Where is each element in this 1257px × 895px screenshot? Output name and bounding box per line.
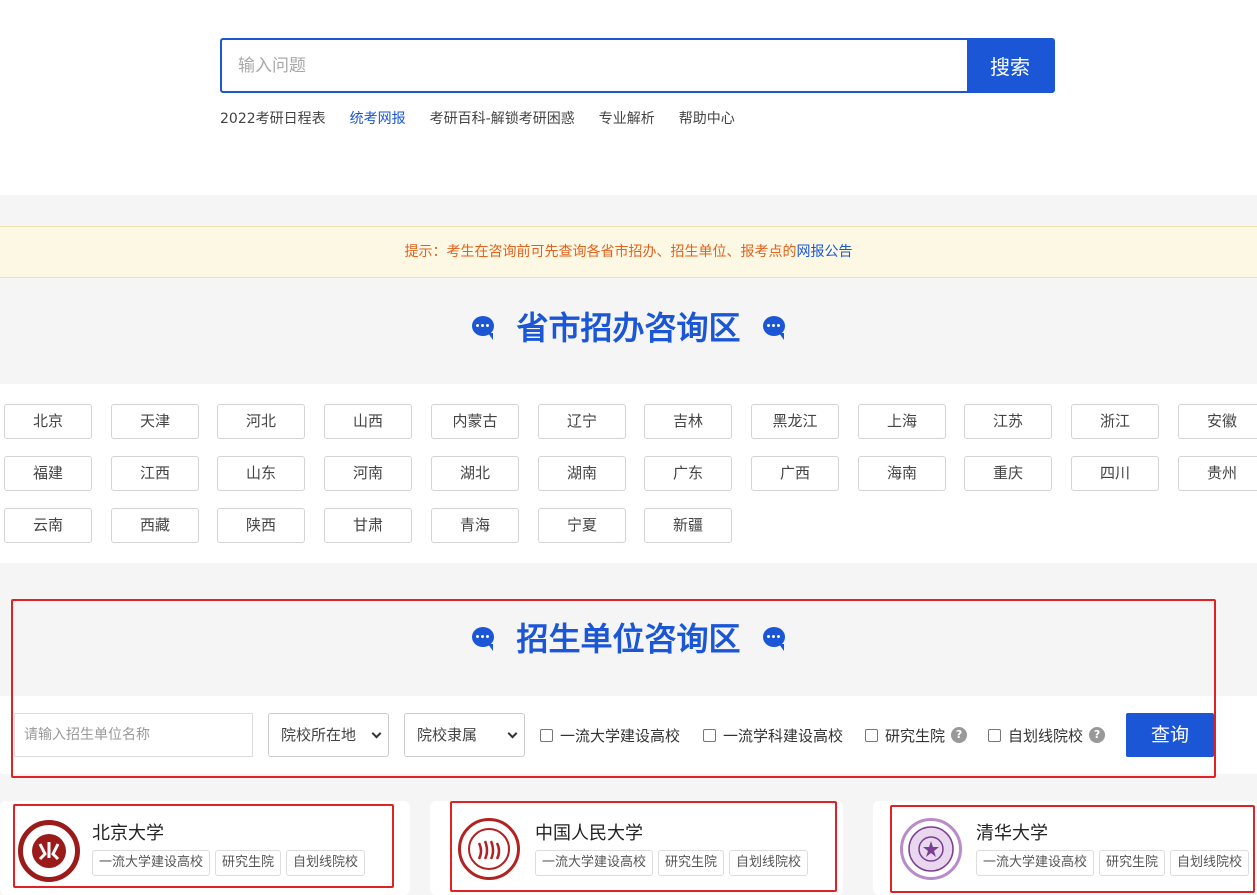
province-button[interactable]: 甘肃: [324, 508, 412, 543]
province-button[interactable]: 山西: [324, 404, 412, 439]
province-title-text: 省市招办咨询区: [516, 309, 741, 347]
province-button[interactable]: 青海: [431, 508, 519, 543]
search-input[interactable]: [222, 40, 967, 91]
province-button[interactable]: 陕西: [217, 508, 305, 543]
province-button[interactable]: 上海: [858, 404, 946, 439]
province-button[interactable]: 河北: [217, 404, 305, 439]
province-button[interactable]: 浙江: [1071, 404, 1159, 439]
highlight-box: [13, 804, 394, 888]
search-button[interactable]: 搜索: [967, 40, 1053, 91]
province-button[interactable]: 海南: [858, 456, 946, 491]
province-button[interactable]: 湖南: [538, 456, 626, 491]
province-button[interactable]: 新疆: [644, 508, 732, 543]
tip-announcement-link[interactable]: 网报公告: [797, 244, 853, 260]
tip-bar: 提示：考生在咨询前可先查询各省市招办、招生单位、报考点的网报公告: [0, 226, 1257, 278]
highlight-box: [890, 805, 1255, 893]
province-button[interactable]: 北京: [4, 404, 92, 439]
link-help-center[interactable]: 帮助中心: [679, 108, 735, 128]
province-button[interactable]: 黑龙江: [751, 404, 839, 439]
province-button[interactable]: 重庆: [964, 456, 1052, 491]
highlight-box: [11, 599, 1216, 778]
province-button[interactable]: 江苏: [964, 404, 1052, 439]
search-header: 搜索 2022考研日程表 统考网报 考研百科-解锁考研困惑 专业解析 帮助中心: [0, 0, 1257, 195]
province-button[interactable]: 福建: [4, 456, 92, 491]
hot-links: 2022考研日程表 统考网报 考研百科-解锁考研困惑 专业解析 帮助中心: [220, 108, 735, 128]
link-online-registration[interactable]: 统考网报: [350, 108, 406, 128]
tip-text: 提示：考生在咨询前可先查询各省市招办、招生单位、报考点的: [404, 244, 797, 260]
province-button[interactable]: 贵州: [1178, 456, 1257, 491]
search-box: 搜索: [220, 38, 1055, 93]
province-button[interactable]: 天津: [111, 404, 199, 439]
link-major-analysis[interactable]: 专业解析: [599, 108, 655, 128]
province-button[interactable]: 西藏: [111, 508, 199, 543]
province-button[interactable]: 河南: [324, 456, 412, 491]
chat-bubble-icon: [472, 316, 495, 340]
province-button[interactable]: 宁夏: [538, 508, 626, 543]
province-button[interactable]: 云南: [4, 508, 92, 543]
link-schedule[interactable]: 2022考研日程表: [220, 108, 326, 128]
province-button[interactable]: 广西: [751, 456, 839, 491]
province-button[interactable]: 四川: [1071, 456, 1159, 491]
chat-bubble-icon: [762, 316, 785, 340]
province-button[interactable]: 广东: [644, 456, 732, 491]
province-button[interactable]: 安徽: [1178, 404, 1257, 439]
highlight-box: [450, 801, 837, 892]
link-encyclopedia[interactable]: 考研百科-解锁考研困惑: [430, 108, 575, 128]
province-button[interactable]: 辽宁: [538, 404, 626, 439]
province-button[interactable]: 山东: [217, 456, 305, 491]
province-button[interactable]: 江西: [111, 456, 199, 491]
province-button[interactable]: 吉林: [644, 404, 732, 439]
province-section-title: 省市招办咨询区: [0, 303, 1257, 349]
province-button[interactable]: 湖北: [431, 456, 519, 491]
province-button[interactable]: 内蒙古: [431, 404, 519, 439]
